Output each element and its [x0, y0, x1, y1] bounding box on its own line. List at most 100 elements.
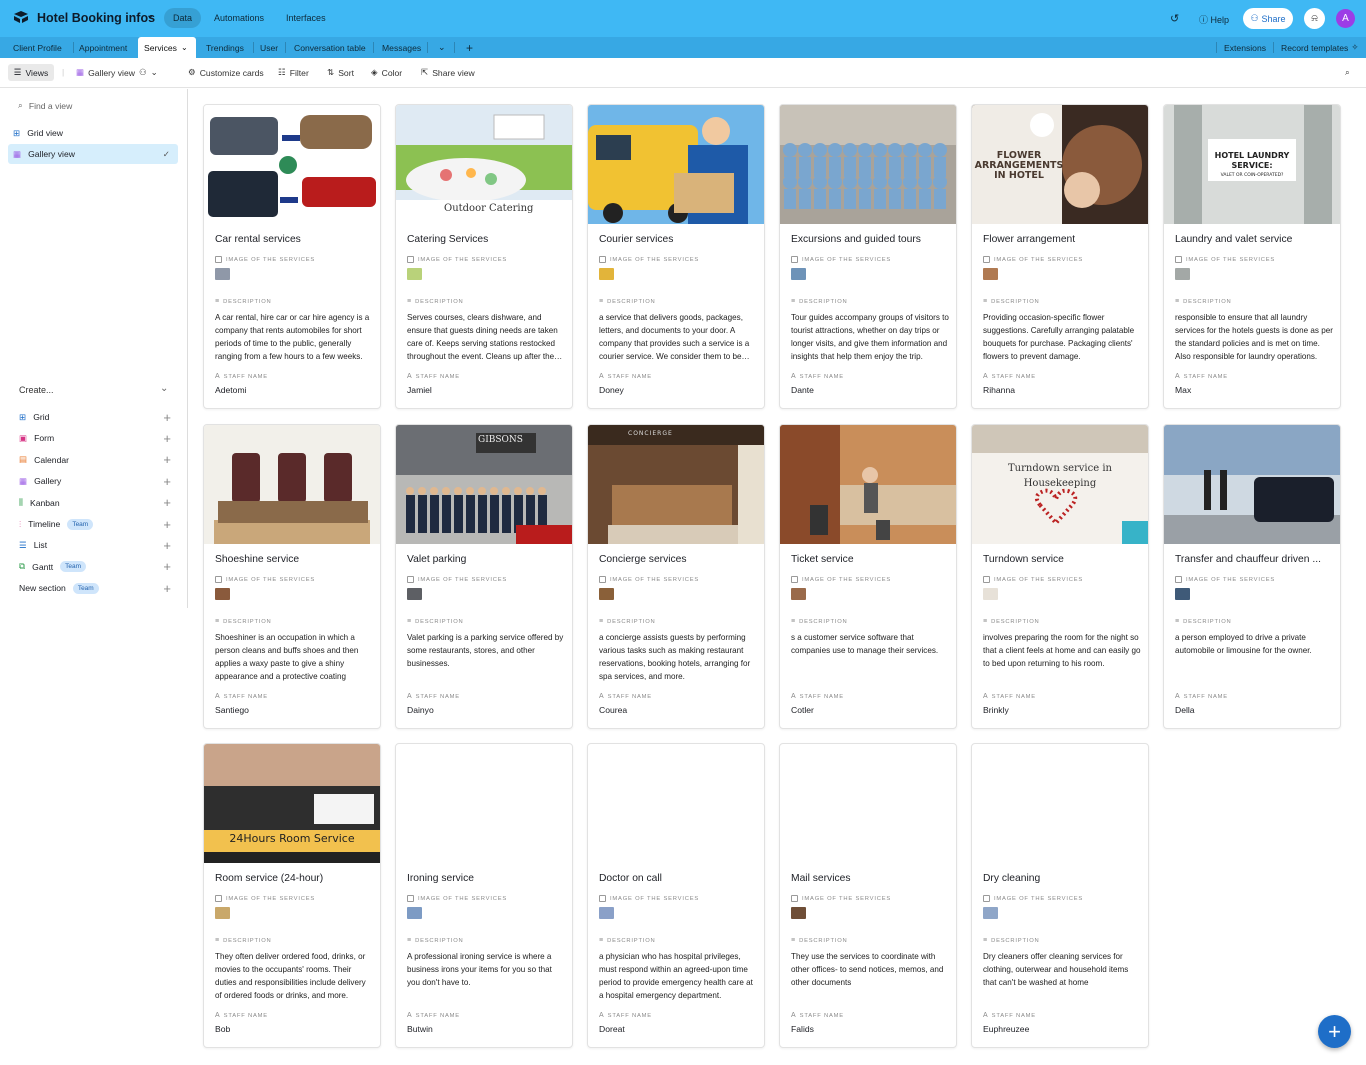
nav-interfaces[interactable]: Interfaces: [277, 8, 335, 28]
gallery-card[interactable]: GIBSONS Valet parking IMAGE OF THE SERVI…: [395, 424, 573, 729]
create-section-header[interactable]: Create...: [19, 385, 54, 395]
gallery-view-selector[interactable]: ▦ Gallery view ⚇ ⌄: [76, 67, 158, 78]
description-field-label: ≡ DESCRIPTION: [407, 618, 464, 625]
image-thumbnail[interactable]: [791, 588, 806, 600]
nav-automations[interactable]: Automations: [205, 8, 273, 28]
sidebar-item-gallery-view[interactable]: ▦ Gallery view ✓: [8, 144, 178, 164]
chevron-down-icon[interactable]: ⌄: [181, 43, 188, 52]
filter-button[interactable]: ☷ Filter: [278, 67, 309, 78]
image-thumbnail[interactable]: [407, 268, 422, 280]
plus-icon[interactable]: +: [163, 410, 171, 425]
staff-name: Max: [1175, 385, 1192, 395]
tab-services[interactable]: Services ⌄: [138, 37, 196, 58]
plus-icon[interactable]: +: [163, 495, 171, 510]
add-table-plus-icon[interactable]: +: [460, 37, 479, 58]
image-thumbnail[interactable]: [1175, 588, 1190, 600]
plus-icon[interactable]: +: [163, 538, 171, 553]
image-thumbnail[interactable]: [407, 588, 422, 600]
image-thumbnail[interactable]: [599, 907, 614, 919]
image-thumbnail[interactable]: [983, 907, 998, 919]
color-button[interactable]: ◈ Color: [371, 67, 402, 78]
tab-client-profile[interactable]: Client Profile: [7, 37, 68, 58]
gallery-card[interactable]: Doctor on call IMAGE OF THE SERVICES ≡ DE…: [587, 743, 765, 1048]
tab-user[interactable]: User: [254, 37, 284, 58]
create-grid[interactable]: ⊞ Grid +: [19, 409, 171, 425]
image-thumbnail[interactable]: [983, 588, 998, 600]
plus-icon[interactable]: +: [163, 559, 171, 574]
image-thumbnail[interactable]: [599, 588, 614, 600]
create-list[interactable]: ☰ List +: [19, 537, 171, 553]
image-thumbnail[interactable]: [215, 588, 230, 600]
search-icon[interactable]: ⌕: [1345, 67, 1350, 78]
gallery-card[interactable]: Mail services IMAGE OF THE SERVICES ≡ DES…: [779, 743, 957, 1048]
sort-icon: ⇅: [327, 67, 335, 77]
history-icon[interactable]: ↺: [1170, 12, 1179, 25]
notification-bell-icon[interactable]: ⍾: [1304, 8, 1325, 29]
help-button[interactable]: ⓘ Help: [1199, 13, 1229, 26]
create-gallery[interactable]: ▦ Gallery +: [19, 473, 171, 489]
create-form[interactable]: ▣ Form +: [19, 430, 171, 446]
share-button[interactable]: ⚇ Share: [1243, 8, 1293, 29]
gallery-card[interactable]: 24Hours Room Service Room service (24-ho…: [203, 743, 381, 1048]
create-kanban[interactable]: ⫼ Kanban +: [19, 495, 171, 511]
plus-icon[interactable]: +: [163, 517, 171, 532]
image-thumbnail[interactable]: [791, 907, 806, 919]
chevron-down-icon[interactable]: ⌄: [160, 383, 168, 394]
gallery-card[interactable]: Transfer and chauffeur driven ... IMAGE …: [1163, 424, 1341, 729]
gallery-card[interactable]: Shoeshine service IMAGE OF THE SERVICES …: [203, 424, 381, 729]
find-view-input[interactable]: ⌕ Find a view: [18, 100, 72, 111]
tab-conversation-table[interactable]: Conversation table: [288, 37, 372, 58]
field-label-text: IMAGE OF THE SERVICES: [418, 895, 508, 902]
tab-appointment[interactable]: Appointment: [73, 37, 133, 58]
description-field-label: ≡ DESCRIPTION: [215, 937, 272, 944]
gallery-card[interactable]: Turndown service in Housekeeping Turndow…: [971, 424, 1149, 729]
create-timeline[interactable]: ⫶ Timeline Team +: [19, 516, 171, 532]
views-toggle-button[interactable]: ☰ Views: [8, 64, 54, 81]
tab-services-label: Services: [144, 42, 177, 53]
image-thumbnail[interactable]: [1175, 268, 1190, 280]
field-label-text: STAFF NAME: [415, 1012, 460, 1019]
gallery-card[interactable]: CONCIERGE Concierge services IMAGE OF TH…: [587, 424, 765, 729]
record-templates-button[interactable]: Record templates ✧: [1275, 37, 1365, 58]
gallery-card[interactable]: Outdoor Catering Catering Services IMAGE…: [395, 104, 573, 409]
image-thumbnail[interactable]: [599, 268, 614, 280]
field-label-text: IMAGE OF THE SERVICES: [994, 256, 1084, 263]
gallery-card[interactable]: Ticket service IMAGE OF THE SERVICES ≡ DE…: [779, 424, 957, 729]
field-label-text: IMAGE OF THE SERVICES: [226, 576, 316, 583]
create-gantt[interactable]: ⧉ Gantt Team +: [19, 559, 171, 575]
image-thumbnail[interactable]: [215, 268, 230, 280]
share-view-button[interactable]: ⇱ Share view: [421, 67, 475, 78]
tab-trendings[interactable]: Trendings: [200, 37, 250, 58]
base-logo-icon[interactable]: [13, 10, 29, 24]
more-tables-chevron-icon[interactable]: ⌄: [432, 37, 452, 58]
create-calendar[interactable]: ▤ Calendar +: [19, 452, 171, 468]
filter-label: Filter: [289, 67, 309, 78]
gallery-card[interactable]: Excursions and guided tours IMAGE OF THE…: [779, 104, 957, 409]
image-thumbnail[interactable]: [983, 268, 998, 280]
add-record-plus-icon[interactable]: +: [1318, 1015, 1351, 1048]
customize-cards-button[interactable]: ⚙ Customize cards: [188, 67, 264, 78]
gallery-card[interactable]: Ironing service IMAGE OF THE SERVICES ≡ D…: [395, 743, 573, 1048]
create-new-section[interactable]: New section Team +: [19, 580, 171, 596]
plus-icon[interactable]: +: [163, 452, 171, 467]
avatar[interactable]: A: [1336, 9, 1355, 28]
plus-icon[interactable]: +: [163, 474, 171, 489]
extensions-button[interactable]: Extensions: [1218, 37, 1272, 58]
image-thumbnail[interactable]: [791, 268, 806, 280]
plus-icon[interactable]: +: [163, 431, 171, 446]
image-thumbnail[interactable]: [407, 907, 422, 919]
gallery-card[interactable]: Dry cleaning IMAGE OF THE SERVICES ≡ DESC…: [971, 743, 1149, 1048]
sidebar-item-grid-view[interactable]: ⊞ Grid view: [8, 123, 178, 143]
plus-icon[interactable]: +: [163, 581, 171, 596]
image-field-label: IMAGE OF THE SERVICES: [599, 576, 699, 583]
gallery-card[interactable]: FLOWER ARRANGEMENTS IN HOTEL Flower arra…: [971, 104, 1149, 409]
image-thumbnail[interactable]: [215, 907, 230, 919]
tab-messages[interactable]: Messages: [376, 37, 427, 58]
base-title[interactable]: Hotel Booking infos: [37, 11, 155, 25]
chevron-down-icon[interactable]: ⌄: [146, 10, 154, 21]
nav-data[interactable]: Data: [164, 8, 202, 28]
gallery-card[interactable]: HOTEL LAUNDRY SERVICE: VALET OR COIN-OPER…: [1163, 104, 1341, 409]
gallery-card[interactable]: Car rental services IMAGE OF THE SERVICE…: [203, 104, 381, 409]
gallery-card[interactable]: Courier services IMAGE OF THE SERVICES ≡…: [587, 104, 765, 409]
sort-button[interactable]: ⇅ Sort: [327, 67, 354, 78]
